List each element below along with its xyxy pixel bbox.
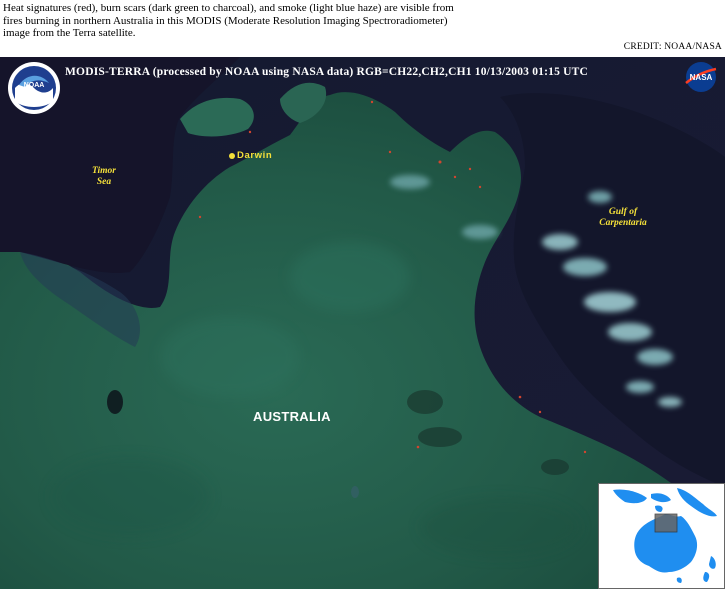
darwin-label: Darwin bbox=[237, 150, 273, 161]
caption: Heat signatures (red), burn scars (dark … bbox=[3, 2, 563, 40]
gulf-line1: Gulf of bbox=[608, 207, 638, 217]
darwin-marker: Darwin bbox=[229, 150, 272, 161]
timor-sea-label: Timor Sea bbox=[84, 166, 124, 188]
caption-line-1: Heat signatures (red), burn scars (dark … bbox=[3, 2, 454, 14]
svg-text:NASA: NASA bbox=[690, 73, 713, 82]
gulf-line2: Carpentaria bbox=[599, 218, 647, 228]
australia-label: AUSTRALIA bbox=[253, 409, 331, 424]
noaa-logo: NOAA bbox=[8, 62, 60, 114]
timor-sea-line2: Sea bbox=[96, 177, 112, 187]
inset-locator-map bbox=[598, 483, 725, 589]
australia-locator-map-icon bbox=[599, 484, 724, 588]
city-dot-icon bbox=[229, 152, 235, 159]
svg-text:NOAA: NOAA bbox=[24, 82, 45, 89]
credit-text: CREDIT: NOAA/NASA bbox=[623, 42, 722, 52]
satellite-image: NOAA MODIS-TERRA (processed by NOAA usin… bbox=[0, 57, 725, 589]
timor-sea-line1: Timor bbox=[92, 166, 116, 176]
caption-line-3: image from the Terra satellite. bbox=[3, 27, 136, 39]
nasa-logo: NASA bbox=[685, 62, 717, 92]
caption-line-2: fires burning in northern Australia in t… bbox=[3, 14, 448, 27]
gulf-label: Gulf of Carpentaria bbox=[588, 207, 658, 229]
image-header: MODIS-TERRA (processed by NOAA using NAS… bbox=[65, 66, 588, 78]
